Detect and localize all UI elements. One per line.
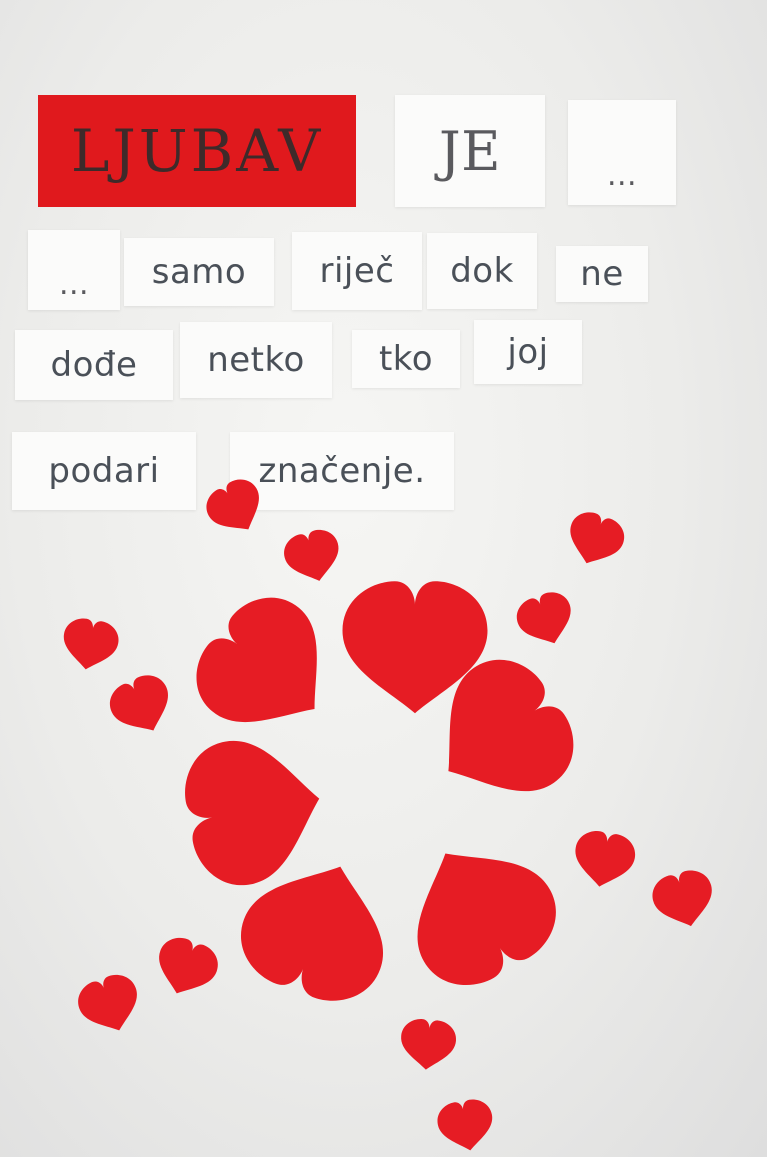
small-heart	[279, 525, 346, 589]
small-heart	[560, 506, 630, 573]
small-heart	[511, 586, 581, 653]
large-heart	[177, 578, 358, 761]
small-heart	[199, 472, 273, 544]
small-heart	[103, 668, 181, 744]
hearts-illustration	[58, 472, 720, 1156]
poster: LJUBAV JE ... ... samo riječ dok ne dođe…	[0, 0, 767, 1157]
small-heart	[148, 931, 224, 1004]
large-heart	[382, 817, 575, 1005]
small-heart	[434, 1096, 498, 1156]
small-heart	[72, 968, 148, 1041]
small-heart	[398, 1017, 458, 1073]
large-heart	[176, 727, 332, 893]
small-heart	[58, 615, 122, 675]
small-heart	[647, 865, 720, 934]
small-heart	[569, 827, 639, 892]
